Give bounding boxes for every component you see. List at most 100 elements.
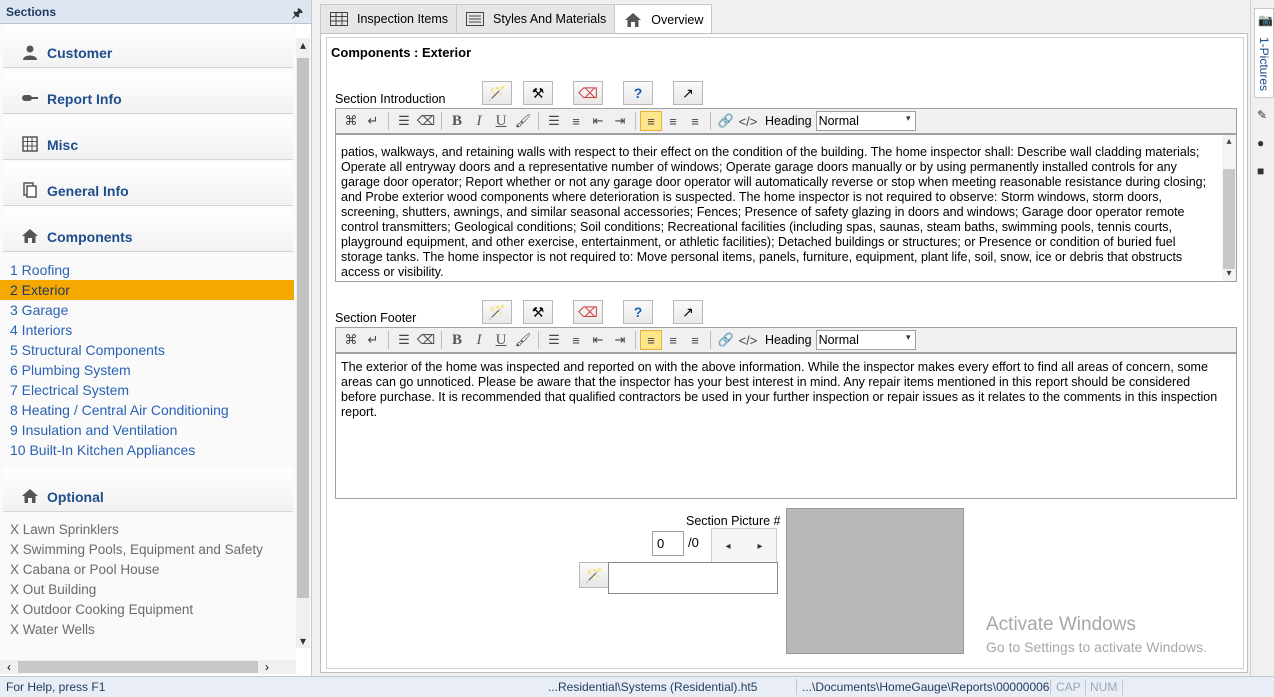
section-header-general-info[interactable]: General Info xyxy=(3,162,293,206)
optional-item[interactable]: X Water Wells xyxy=(0,620,296,640)
outdent-icon[interactable]: ⇤ xyxy=(587,330,609,350)
person-icon[interactable]: ● xyxy=(1257,136,1264,150)
scroll-up-icon[interactable]: ▴ xyxy=(1222,135,1236,149)
scroll-up-icon[interactable]: ▴ xyxy=(296,38,310,52)
heading-select[interactable]: Normal ▾ xyxy=(815,111,916,131)
align-right-icon[interactable]: ≡ xyxy=(684,111,706,131)
indent-icon[interactable]: ⇥ xyxy=(609,111,631,131)
next-picture-icon[interactable]: ▸ xyxy=(744,529,776,563)
numbered-list-icon[interactable]: ☰ xyxy=(543,111,565,131)
clear-format-icon[interactable]: ⌫ xyxy=(415,330,437,350)
previous-picture-icon[interactable]: ◂ xyxy=(712,529,744,563)
indent-icon[interactable]: ⇥ xyxy=(609,330,631,350)
section-header-customer[interactable]: Customer xyxy=(3,24,293,68)
optional-item[interactable]: X Out Building xyxy=(0,580,296,600)
magic-wand-button[interactable]: 🪄 xyxy=(482,300,512,324)
scroll-thumb[interactable] xyxy=(1223,169,1235,269)
align-left-icon[interactable]: ≡ xyxy=(640,111,662,131)
section-introduction-editor[interactable]: patios, walkways, and retaining walls wi… xyxy=(335,134,1237,282)
section-footer-editor[interactable]: The exterior of the home was inspected a… xyxy=(335,353,1237,499)
horizontal-rule-icon[interactable]: ☰ xyxy=(393,111,415,131)
scroll-thumb[interactable] xyxy=(297,58,309,598)
code-icon[interactable]: </> xyxy=(737,111,759,131)
italic-icon[interactable]: I xyxy=(468,111,490,131)
scroll-down-icon[interactable]: ▾ xyxy=(1222,267,1236,281)
scroll-right-icon[interactable]: › xyxy=(260,660,274,674)
tab-inspection-items[interactable]: Inspection Items xyxy=(320,4,458,33)
section-header-components[interactable]: Components xyxy=(3,208,293,252)
intro-editor-scrollbar[interactable]: ▴ ▾ xyxy=(1222,135,1236,281)
scroll-left-icon[interactable]: ‹ xyxy=(2,660,16,674)
open-external-button[interactable]: ↗ xyxy=(673,81,703,105)
brush-icon[interactable]: 🖌 xyxy=(512,330,534,350)
magic-wand-button[interactable]: 🪄 xyxy=(482,81,512,105)
sections-horizontal-scrollbar[interactable]: ‹ › xyxy=(0,660,296,674)
section-header-misc[interactable]: Misc xyxy=(3,116,293,160)
italic-icon[interactable]: I xyxy=(468,330,490,350)
link-icon[interactable]: 🔗 xyxy=(715,111,737,131)
component-item[interactable]: 8 Heating / Central Air Conditioning xyxy=(0,400,294,420)
eraser-button[interactable]: ⌫ xyxy=(573,81,603,105)
component-item[interactable]: 10 Built-In Kitchen Appliances xyxy=(0,440,294,460)
component-item[interactable]: 3 Garage xyxy=(0,300,294,320)
component-item[interactable]: 9 Insulation and Ventilation xyxy=(0,420,294,440)
help-button[interactable]: ? xyxy=(623,81,653,105)
open-external-button[interactable]: ↗ xyxy=(673,300,703,324)
picture-caption-wand-button[interactable]: 🪄 xyxy=(579,562,609,588)
component-item[interactable]: 6 Plumbing System xyxy=(0,360,294,380)
align-left-icon[interactable]: ≡ xyxy=(640,330,662,350)
code-icon[interactable]: </> xyxy=(737,330,759,350)
book-icon[interactable]: ■ xyxy=(1257,164,1264,178)
component-item[interactable]: 4 Interiors xyxy=(0,320,294,340)
pin-icon[interactable]: 🖈 xyxy=(292,4,303,25)
scroll-down-icon[interactable]: ▾ xyxy=(296,634,310,648)
line-break-icon[interactable]: ↵ xyxy=(362,111,384,131)
bullet-list-icon[interactable]: ≡ xyxy=(565,330,587,350)
align-right-icon[interactable]: ≡ xyxy=(684,330,706,350)
picture-number-input[interactable]: 0 xyxy=(652,531,684,556)
component-item[interactable]: 2 Exterior xyxy=(0,280,294,300)
symbol-icon[interactable]: ⌘ xyxy=(340,330,362,350)
component-item[interactable]: 7 Electrical System xyxy=(0,380,294,400)
align-center-icon[interactable]: ≡ xyxy=(662,330,684,350)
symbol-icon[interactable]: ⌘ xyxy=(340,111,362,131)
underline-icon[interactable]: U xyxy=(490,330,512,350)
underline-icon[interactable]: U xyxy=(490,111,512,131)
section-header-report-info[interactable]: Report Info xyxy=(3,70,293,114)
person-icon xyxy=(21,43,39,61)
help-button[interactable]: ? xyxy=(623,300,653,324)
tools-button[interactable]: ⚒ xyxy=(523,300,553,324)
list-icon xyxy=(465,11,485,27)
sections-vertical-scrollbar[interactable]: ▴ ▾ xyxy=(296,38,310,648)
scroll-thumb[interactable] xyxy=(18,661,258,673)
optional-item[interactable]: X Outdoor Cooking Equipment xyxy=(0,600,296,620)
section-header-optional[interactable]: Optional xyxy=(3,468,293,512)
bold-icon[interactable]: B xyxy=(446,111,468,131)
heading-select[interactable]: Normal ▾ xyxy=(815,330,916,350)
component-item[interactable]: 1 Roofing xyxy=(0,260,294,280)
numbered-list-icon[interactable]: ☰ xyxy=(543,330,565,350)
tab-overview[interactable]: Overview xyxy=(614,4,713,34)
tools-button[interactable]: ⚒ xyxy=(523,81,553,105)
pictures-side-tab[interactable]: 📷 1-Pictures xyxy=(1254,8,1274,98)
horizontal-rule-icon[interactable]: ☰ xyxy=(393,330,415,350)
brush-icon[interactable]: 🖌 xyxy=(512,111,534,131)
pencil-icon[interactable]: ✎ xyxy=(1257,108,1267,122)
line-break-icon[interactable]: ↵ xyxy=(362,330,384,350)
align-center-icon[interactable]: ≡ xyxy=(662,111,684,131)
optional-item[interactable]: X Swimming Pools, Equipment and Safety xyxy=(0,540,296,560)
link-icon[interactable]: 🔗 xyxy=(715,330,737,350)
eraser-button[interactable]: ⌫ xyxy=(573,300,603,324)
page-title: Components : Exterior xyxy=(331,45,472,60)
divider xyxy=(441,112,442,130)
component-item[interactable]: 5 Structural Components xyxy=(0,340,294,360)
outdent-icon[interactable]: ⇤ xyxy=(587,111,609,131)
optional-item[interactable]: X Lawn Sprinklers xyxy=(0,520,296,540)
bold-icon[interactable]: B xyxy=(446,330,468,350)
optional-item[interactable]: X Cabana or Pool House xyxy=(0,560,296,580)
section-picture[interactable] xyxy=(786,508,964,654)
tab-styles-and-materials[interactable]: Styles And Materials xyxy=(456,4,616,33)
bullet-list-icon[interactable]: ≡ xyxy=(565,111,587,131)
picture-caption-input[interactable] xyxy=(608,562,778,594)
clear-format-icon[interactable]: ⌫ xyxy=(415,111,437,131)
